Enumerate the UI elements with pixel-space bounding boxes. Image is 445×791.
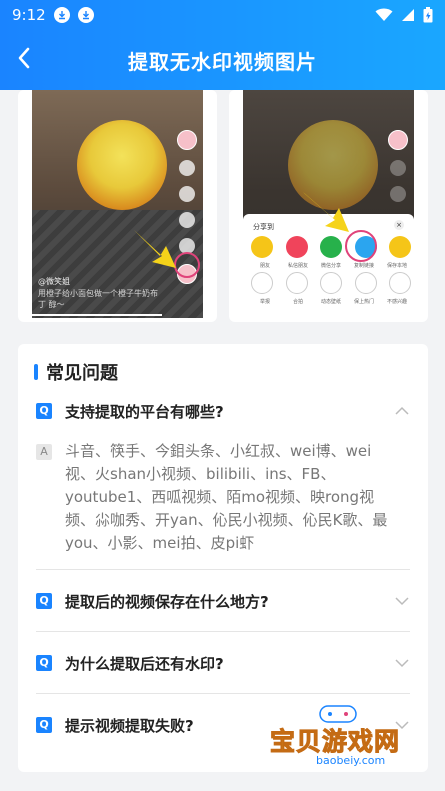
- faq-item-watermark[interactable]: Q 为什么提取后还有水印?: [36, 632, 410, 694]
- share-row-2-labels: 举报 合拍 动态壁纸 保上热门 不感兴趣: [251, 298, 411, 305]
- video-side-actions: [388, 130, 408, 202]
- avatar: [388, 130, 408, 150]
- friend-icon: [251, 236, 273, 258]
- accent-bar: [34, 364, 38, 380]
- close-icon: ×: [394, 220, 404, 230]
- chevron-up-icon[interactable]: [394, 403, 410, 419]
- faq-item-platforms[interactable]: Q 支持提取的平台有哪些? A 斗音、筷手、今鉬头条、小红叔、wei博、wei视…: [36, 400, 410, 570]
- comment-icon: [179, 186, 195, 202]
- example-card-left: @微笑姐 用橙子给小面包做一个橙子牛奶布丁 醇～: [18, 90, 217, 322]
- page-title: 提取无水印视频图片: [128, 49, 317, 74]
- status-time: 9:12: [12, 6, 46, 24]
- report-icon: [251, 272, 273, 294]
- faq-title: 常见问题: [46, 363, 118, 384]
- like-icon: [390, 160, 406, 176]
- faq-question-row[interactable]: Q 为什么提取后还有水印?: [36, 652, 410, 674]
- share-label: 保存本地: [386, 263, 407, 269]
- send-icon: [285, 236, 308, 258]
- yellow-arrow-icon: [132, 228, 176, 268]
- download-icon: [53, 7, 70, 23]
- back-button[interactable]: [10, 44, 38, 72]
- app-header: 9:12 提取无水印视频图片: [0, 0, 445, 90]
- share-label: 朋友: [259, 263, 270, 269]
- faq-question: 提示视频提取失败?: [65, 716, 194, 735]
- question-badge: Q: [36, 403, 52, 419]
- share-label: 不感兴趣: [386, 299, 407, 305]
- duet-icon: [285, 272, 308, 294]
- faq-header: 常见问题: [34, 344, 410, 400]
- wallpaper-icon: [320, 272, 342, 294]
- share-label: 动态壁纸: [320, 299, 341, 305]
- watermark-url: baobeiy.com: [316, 754, 386, 767]
- question-badge: Q: [36, 655, 52, 671]
- share-row-1: [251, 236, 411, 258]
- share-sheet-title: 分享到: [253, 223, 274, 231]
- orange-pudding-image: [77, 120, 167, 210]
- save-icon: [389, 236, 411, 258]
- share-label: 私信朋友: [287, 263, 308, 269]
- dislike-icon: [389, 272, 411, 294]
- promote-icon: [354, 272, 377, 294]
- chevron-down-icon[interactable]: [394, 655, 410, 671]
- site-watermark: 宝贝游戏网 baobeiy.com: [269, 700, 420, 780]
- example-image-copy-link: 分享到 × 朋友 私信朋友 微信分享 复制链接 保存本地 举报 合拍 动态壁纸 …: [243, 90, 414, 318]
- signal-icon: [402, 9, 414, 21]
- like-icon: [179, 160, 195, 176]
- share-row-1-labels: 朋友 私信朋友 微信分享 复制链接 保存本地: [251, 262, 411, 269]
- faq-question: 为什么提取后还有水印?: [65, 654, 224, 673]
- progress-bar: [32, 314, 162, 316]
- comment-icon: [390, 186, 406, 202]
- wechat-icon: [320, 236, 342, 258]
- wifi-icon: [375, 8, 393, 21]
- faq-item-save-location[interactable]: Q 提取后的视频保存在什么地方?: [36, 570, 410, 632]
- faq-answer: 斗音、筷手、今鉬头条、小红叔、wei博、wei视、火shan小视频、bilibi…: [65, 442, 388, 552]
- example-image-share-button: @微笑姐 用橙子给小面包做一个橙子牛奶布丁 醇～: [32, 90, 203, 318]
- share-label: 举报: [259, 299, 270, 305]
- example-screenshots: @微笑姐 用橙子给小面包做一个橙子牛奶布丁 醇～ 分享到 × 朋友 私信朋友 微…: [18, 90, 428, 322]
- example-card-right: 分享到 × 朋友 私信朋友 微信分享 复制链接 保存本地 举报 合拍 动态壁纸 …: [229, 90, 428, 322]
- share-label: 保上热门: [353, 299, 374, 305]
- faq-question-row[interactable]: Q 提取后的视频保存在什么地方?: [36, 590, 410, 612]
- share-row-2: [251, 272, 411, 294]
- faq-question: 支持提取的平台有哪些?: [65, 402, 224, 421]
- question-badge: Q: [36, 593, 52, 609]
- chevron-down-icon[interactable]: [394, 593, 410, 609]
- question-badge: Q: [36, 717, 52, 733]
- video-caption: 用橙子给小面包做一个橙子牛奶布丁 醇～: [38, 289, 158, 309]
- status-bar: 9:12: [0, 0, 445, 30]
- video-author: @微笑姐: [38, 277, 70, 286]
- download-icon: [77, 7, 94, 23]
- faq-question-row[interactable]: Q 支持提取的平台有哪些?: [36, 400, 410, 422]
- chevron-left-icon: [18, 47, 30, 69]
- share-label: 微信分享: [320, 263, 341, 269]
- faq-answer-row: A 斗音、筷手、今鉬头条、小红叔、wei博、wei视、火shan小视频、bili…: [36, 440, 410, 555]
- share-label: 合拍: [292, 299, 303, 305]
- faq-question: 提取后的视频保存在什么地方?: [65, 592, 269, 611]
- yellow-arrow-icon: [303, 192, 349, 232]
- gamepad-icon: [319, 705, 357, 723]
- answer-badge: A: [36, 444, 52, 460]
- avatar: [177, 130, 197, 150]
- battery-icon: [423, 7, 433, 23]
- watermark-text: 宝贝游戏网: [269, 727, 401, 757]
- share-label: 复制链接: [353, 263, 374, 269]
